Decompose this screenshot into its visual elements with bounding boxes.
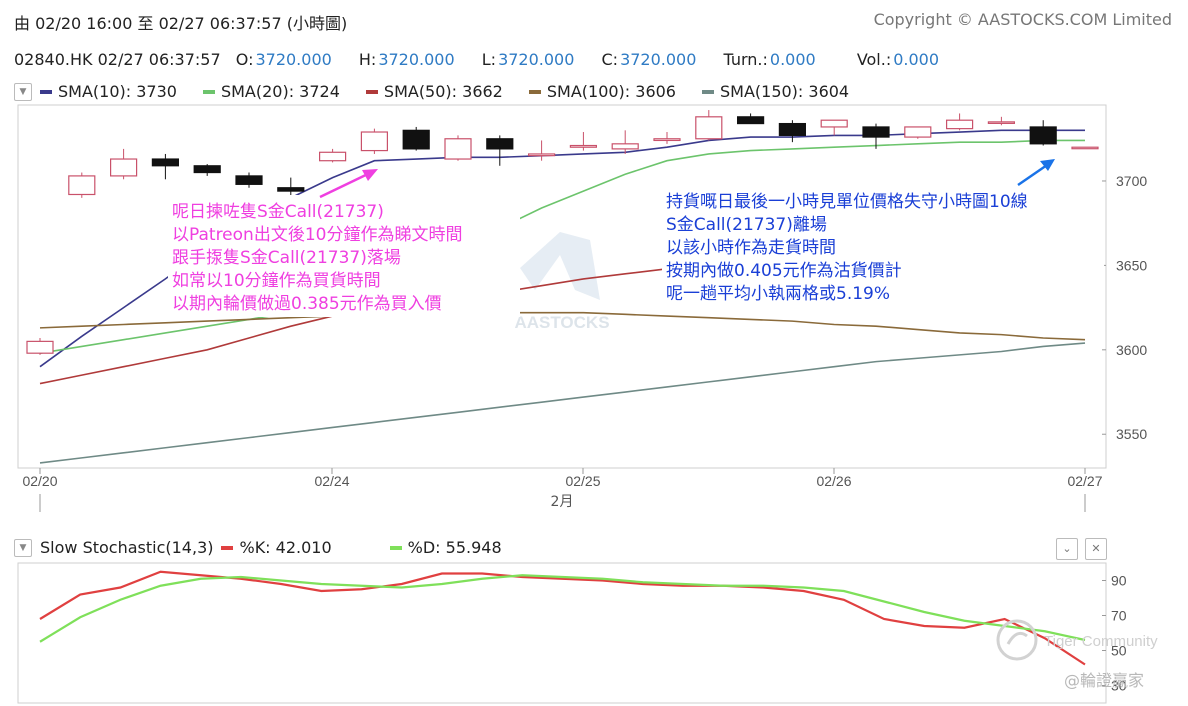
collapse-icon[interactable]: ⌄ (1056, 538, 1078, 560)
candle-body (26, 340, 54, 354)
candle-body (444, 138, 472, 160)
candle-body (736, 116, 765, 125)
pink-annotation-line: 以期內輪價做過0.385元作為買入價 (172, 294, 442, 314)
candle-body (611, 143, 639, 150)
candle-body (527, 153, 556, 157)
candle-body (1029, 126, 1057, 145)
stoch-y-tick-label: 90 (1111, 573, 1127, 589)
candle-body (945, 119, 974, 130)
stoch-plot-frame (17, 562, 1107, 704)
candle-body (862, 126, 890, 138)
watermark-text: AASTOCKS (514, 313, 609, 332)
candle-body (695, 116, 723, 140)
blue-annotation-line: S金Call(21737)離場 (666, 215, 827, 235)
stoch-dropdown-icon[interactable]: ▼ (14, 538, 32, 557)
pink-annotation-line: 如常以10分鐘作為買貨時間 (172, 271, 381, 291)
candle-body (987, 121, 1016, 124)
pink-annotation-line: 跟手揼隻S金Call(21737)落場 (172, 248, 401, 268)
close-icon[interactable]: ✕ (1085, 538, 1107, 560)
candle-body (193, 165, 221, 174)
tiger-brand: Tiger Community (1044, 633, 1158, 650)
x-tick-label: 02/25 (565, 473, 600, 489)
x-tick-label: 02/20 (22, 473, 57, 489)
x-tick-label: 02/27 (1067, 473, 1102, 489)
blue-annotation-line: 以該小時作為走貨時間 (666, 238, 836, 258)
stoch-title: Slow Stochastic(14,3) (40, 538, 214, 557)
candle-body (904, 126, 932, 138)
tiger-handle: @輪證贏家 (1064, 671, 1144, 690)
candle-body (1071, 146, 1099, 150)
blue-annotation-line: 呢一趟平均小執兩格或5.19% (666, 284, 890, 304)
blue-annotation-line: 按期內做0.405元作為沽貨價計 (666, 261, 902, 281)
y-tick-label: 3700 (1116, 173, 1147, 189)
stoch-header: ▼ Slow Stochastic(14,3) %K: 42.010 %D: 5… (14, 538, 502, 557)
candle-body (109, 158, 138, 177)
x-tick-label: 02/24 (314, 473, 349, 489)
x-month-label: 2月 (551, 494, 574, 510)
candle-body (569, 144, 598, 148)
blue-annotation-line: 持貨嘅日最後一小時見單位價格失守小時圖10線 (666, 192, 1028, 212)
candle-body (277, 187, 305, 192)
candle-body (319, 151, 347, 162)
candle-body (235, 175, 263, 185)
stoch-y-tick-label: 70 (1111, 608, 1127, 624)
pink-annotation-line: 以Patreon出文後10分鐘作為睇文時間 (172, 225, 462, 245)
candle-body (402, 129, 430, 150)
candle-body (151, 158, 179, 167)
pink-annotation-line: 呢日揀咗隻S金Call(21737) (172, 202, 384, 222)
candle-body (360, 131, 388, 152)
candle-body (653, 138, 681, 142)
d-swatch (389, 545, 402, 550)
candle-body (778, 122, 807, 136)
candle-body (486, 138, 514, 150)
d-label: %D: 55.948 (407, 538, 502, 557)
candle-body (68, 175, 96, 196)
y-tick-label: 3650 (1116, 257, 1147, 273)
x-tick-label: 02/26 (816, 473, 851, 489)
y-tick-label: 3600 (1116, 342, 1147, 358)
price-chart: AASTOCKS 3700 3650 3600 3550 02/20 02/24 02/2… (17, 104, 1158, 704)
candle-body (820, 119, 848, 128)
k-label: %K: 42.010 (239, 538, 332, 557)
k-swatch (221, 545, 234, 550)
y-tick-label: 3550 (1116, 426, 1147, 442)
